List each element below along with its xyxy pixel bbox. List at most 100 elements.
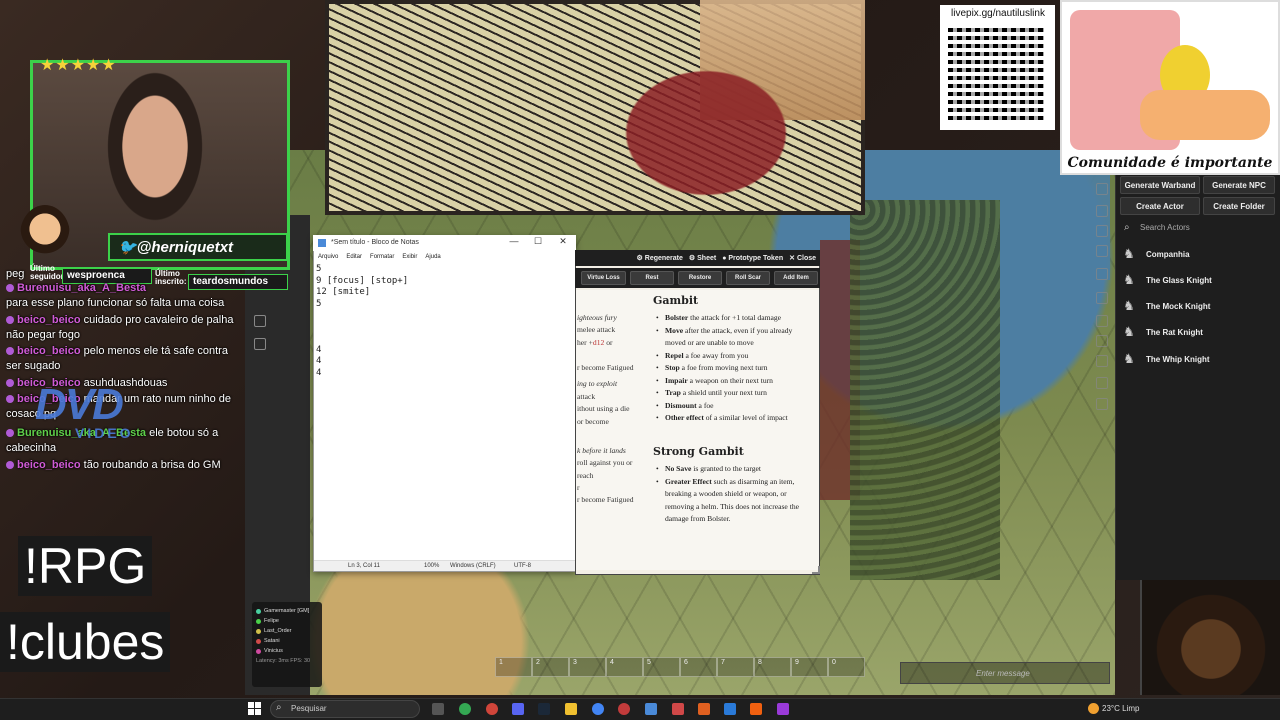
minimize-button[interactable]: — xyxy=(508,236,520,248)
scenes-tab-icon[interactable] xyxy=(1096,245,1108,257)
chrome-icon[interactable] xyxy=(459,703,471,715)
player-entry: Satani xyxy=(256,636,318,646)
hotbar-slot[interactable]: 5 xyxy=(643,657,680,677)
actors-tab-icon[interactable] xyxy=(1096,268,1108,280)
app-icon[interactable] xyxy=(698,703,710,715)
qr-code-pattern xyxy=(948,24,1044,120)
player-entry: Felipe xyxy=(256,616,318,626)
sheet-fragment: attack xyxy=(577,392,596,401)
close-icon: ✕ xyxy=(789,255,795,262)
close-sheet-button[interactable]: ✕ Close xyxy=(789,254,816,262)
journal-tab-icon[interactable] xyxy=(1096,315,1108,327)
menu-formatar[interactable]: Formatar xyxy=(370,254,394,260)
generate-warband-button[interactable]: Generate Warband xyxy=(1120,176,1200,194)
user-icon: ● xyxy=(722,254,727,262)
notepad-text-area[interactable]: 5 9 [focus] [stop+] 12 [smite] 5 4 4 4 xyxy=(316,264,571,554)
app-icon[interactable] xyxy=(777,703,789,715)
playlists-tab-icon[interactable] xyxy=(1096,355,1108,367)
taskbar-search-input[interactable]: Pesquisar xyxy=(270,700,420,718)
compendium-tab-icon[interactable] xyxy=(1096,377,1108,389)
prototype-token-button[interactable]: ● Prototype Token xyxy=(722,255,783,262)
steam-icon[interactable] xyxy=(538,703,550,715)
combat-tab-icon[interactable] xyxy=(1096,225,1108,237)
cursor-position: Ln 3, Col 11 xyxy=(348,563,380,569)
player-entry: Gamemaster [GM] xyxy=(256,606,318,616)
hotbar-slot[interactable]: 0 xyxy=(828,657,865,677)
strong-gambit-item: No Save is granted to the target xyxy=(656,463,804,476)
actor-row[interactable]: ♞ The Whip Knight xyxy=(1120,348,1275,370)
file-explorer-icon[interactable] xyxy=(565,703,577,715)
gambit-item: Repel a foe away from you xyxy=(656,350,804,363)
browser-icon[interactable] xyxy=(592,703,604,715)
hotbar-slot[interactable]: 4 xyxy=(606,657,643,677)
hotbar-slot[interactable]: 2 xyxy=(532,657,569,677)
player-entry: Last_Order xyxy=(256,626,318,636)
close-button[interactable]: ✕ xyxy=(557,236,569,248)
sheet-fragment: ighteous fury xyxy=(577,313,617,322)
vivaldi-icon[interactable] xyxy=(486,703,498,715)
weather-readout[interactable]: 23°C Limp xyxy=(1102,704,1139,713)
screen: ★★★★★ 🐦@herniquetxt Último seguidor: wes… xyxy=(0,0,1280,720)
notepad-taskbar-icon[interactable] xyxy=(645,703,657,715)
actor-search-input[interactable]: Search Actors xyxy=(1120,220,1275,236)
task-view-icon[interactable] xyxy=(432,703,444,715)
actor-row[interactable]: ♞ Companhia xyxy=(1120,243,1275,265)
discord-icon[interactable] xyxy=(512,703,524,715)
create-folder-button[interactable]: Create Folder xyxy=(1203,197,1275,215)
select-tool-icon[interactable] xyxy=(254,315,266,327)
app-icon[interactable] xyxy=(672,703,684,715)
hotbar-slot[interactable]: 9 xyxy=(791,657,828,677)
gambit-item: Move after the attack, even if you alrea… xyxy=(656,325,804,350)
dvd-logo: DVD xyxy=(35,380,124,429)
settings-tab-icon[interactable] xyxy=(1096,398,1108,410)
actor-row[interactable]: ♞ The Glass Knight xyxy=(1120,269,1275,291)
virtue-loss-button[interactable]: Virtue Loss xyxy=(581,271,626,285)
strong-gambit-list: No Save is granted to the target Greater… xyxy=(656,463,804,526)
hotbar-slot[interactable]: 3 xyxy=(569,657,606,677)
regenerate-button[interactable]: ⚙ Regenerate xyxy=(637,254,683,262)
pixel-art-hand xyxy=(1140,90,1270,140)
windows-start-icon[interactable] xyxy=(248,702,262,716)
map-forest xyxy=(850,200,1000,580)
weather-icon[interactable] xyxy=(1088,703,1099,714)
close-sidebar-icon[interactable] xyxy=(1096,183,1108,195)
hotbar-slot[interactable]: 7 xyxy=(717,657,754,677)
notepad-statusbar: Ln 3, Col 11 100% Windows (CRLF) UTF-8 xyxy=(314,560,575,571)
app-icon[interactable] xyxy=(750,703,762,715)
roll-scar-button[interactable]: Roll Scar xyxy=(726,271,770,285)
twitter-handle-text: @herniquetxt xyxy=(136,239,233,256)
obs-icon[interactable] xyxy=(618,703,630,715)
create-actor-button[interactable]: Create Actor xyxy=(1120,197,1200,215)
tables-tab-icon[interactable] xyxy=(1096,335,1108,347)
maximize-button[interactable]: ☐ xyxy=(532,236,544,248)
chat-message-input[interactable]: Enter message xyxy=(900,662,1110,684)
twitter-icon: 🐦 xyxy=(118,239,137,256)
actor-portrait-icon: ♞ xyxy=(1123,324,1135,339)
hotbar-slot[interactable]: 1 xyxy=(495,657,532,677)
menu-arquivo[interactable]: Arquivo xyxy=(318,254,338,260)
restore-button[interactable]: Restore xyxy=(678,271,722,285)
chat-message: beico_beico tão roubando a brisa do GM xyxy=(6,458,242,473)
measure-tool-icon[interactable] xyxy=(254,338,266,350)
actor-row[interactable]: ♞ The Mock Knight xyxy=(1120,295,1275,317)
hotbar-slot[interactable]: 8 xyxy=(754,657,791,677)
menu-editar[interactable]: Editar xyxy=(346,254,362,260)
hotbar-slot[interactable]: 6 xyxy=(680,657,717,677)
chat-message: peg xyxy=(6,268,25,280)
menu-ajuda[interactable]: Ajuda xyxy=(425,254,440,260)
gambit-item: Impair a weapon on their next turn xyxy=(656,375,804,388)
rest-button[interactable]: Rest xyxy=(630,271,674,285)
menu-exibir[interactable]: Exibir xyxy=(402,254,417,260)
resize-handle[interactable] xyxy=(812,566,820,574)
encoding: UTF-8 xyxy=(514,563,531,569)
latency-readout: Latency: 3ms FPS: 30 xyxy=(256,658,311,664)
add-item-button[interactable]: Add Item xyxy=(774,271,818,285)
chat-tab-icon[interactable] xyxy=(1096,205,1108,217)
actor-row[interactable]: ♞ The Rat Knight xyxy=(1120,321,1275,343)
generate-npc-button[interactable]: Generate NPC xyxy=(1203,176,1275,194)
sheet-button[interactable]: ⚙ Sheet xyxy=(689,254,716,262)
twitter-handle: 🐦@herniquetxt xyxy=(108,233,288,261)
app-icon[interactable] xyxy=(724,703,736,715)
items-tab-icon[interactable] xyxy=(1096,292,1108,304)
command-rpg: !RPG xyxy=(18,536,153,596)
